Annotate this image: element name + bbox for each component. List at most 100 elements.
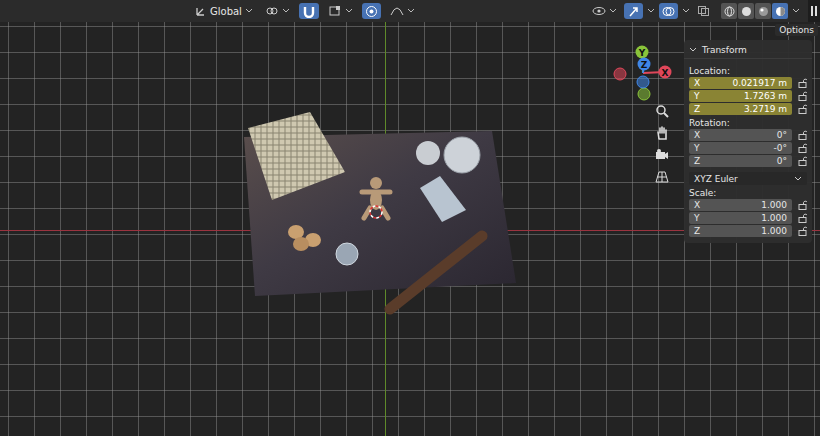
pivot-icon <box>265 5 279 17</box>
eggs[interactable] <box>288 225 321 251</box>
svg-text:Z: Z <box>641 60 648 70</box>
field-group: X0.021917 m Y1.7263 m Z3.2719 m <box>689 77 807 115</box>
sphere-icon <box>724 6 735 17</box>
towel[interactable] <box>248 112 345 200</box>
field-row: X0° <box>689 129 807 141</box>
falloff-curve-icon <box>390 5 404 17</box>
number-field[interactable]: Z0° <box>689 155 792 167</box>
zoom-magnifier-icon[interactable] <box>655 104 669 118</box>
axis-handle[interactable]: Z <box>638 58 651 71</box>
unlocked-padlock-icon[interactable] <box>798 213 807 223</box>
section-label: Location: <box>689 64 807 77</box>
chevron-icon <box>282 8 290 14</box>
transform-panel: Transform Location: X0.021917 m Y1.7263 … <box>684 40 812 243</box>
overlays-toggle[interactable] <box>659 3 678 19</box>
chevron-icon[interactable] <box>682 8 690 14</box>
shading-mode-button[interactable] <box>738 3 754 19</box>
field-row: X0.021917 m <box>689 77 807 89</box>
number-field[interactable]: Y1.000 <box>689 212 792 224</box>
unlocked-padlock-icon[interactable] <box>798 130 807 140</box>
axis-handle[interactable]: X <box>659 66 672 79</box>
field-row: Y1.7263 m <box>689 90 807 102</box>
chevron-icon <box>609 8 617 14</box>
pan-hand-icon[interactable] <box>655 126 669 140</box>
panel-header[interactable]: Transform <box>684 42 812 59</box>
viewport[interactable]: X YZ Options Transform Location: X0.02191… <box>0 22 820 436</box>
field-row: Z1.000 <box>689 225 807 237</box>
orientation-icon <box>195 5 207 17</box>
snap-toggle[interactable] <box>299 3 319 19</box>
sphere-icon <box>758 6 769 17</box>
shading-modes <box>721 3 788 19</box>
number-field[interactable]: Z3.2719 m <box>689 103 792 115</box>
camera-icon[interactable] <box>655 148 669 162</box>
visibility-dropdown[interactable] <box>589 3 620 19</box>
axis-handle[interactable]: Y <box>636 46 649 59</box>
negative-axis-handle[interactable] <box>637 76 649 88</box>
shading-mode-button[interactable] <box>755 3 771 19</box>
field-row: Y1.000 <box>689 212 807 224</box>
svg-text:X: X <box>662 68 669 78</box>
svg-text:Y: Y <box>638 48 646 58</box>
small-plate[interactable] <box>416 141 440 165</box>
number-field[interactable]: X0° <box>689 129 792 141</box>
bowl[interactable] <box>336 243 358 265</box>
number-field[interactable]: Y1.7263 m <box>689 90 792 102</box>
orientation-dropdown[interactable]: Global <box>192 3 256 19</box>
unlocked-padlock-icon[interactable] <box>798 200 807 210</box>
gingerbread-man[interactable] <box>362 177 390 218</box>
viewport-header: Global <box>0 0 820 22</box>
shading-mode-button[interactable] <box>721 3 737 19</box>
options-button[interactable]: Options <box>775 24 818 36</box>
pause-icon <box>811 6 817 16</box>
proportional-editing-icon <box>365 5 378 18</box>
sphere-icon <box>741 6 752 17</box>
navigation-controls <box>655 104 669 184</box>
display-tools <box>589 0 820 22</box>
navigation-gizmo[interactable]: X YZ <box>610 42 680 112</box>
field-row: Z3.2719 m <box>689 103 807 115</box>
unlocked-padlock-icon[interactable] <box>798 226 807 236</box>
chevron-icon <box>794 176 802 182</box>
field-group: X1.000 Y1.000 Z1.000 <box>689 199 807 237</box>
perspective-grid-icon[interactable] <box>655 170 669 184</box>
field-row: X1.000 <box>689 199 807 211</box>
number-field[interactable]: Z1.000 <box>689 225 792 237</box>
falloff-dropdown[interactable] <box>387 3 418 19</box>
expanded-chevron-icon <box>689 47 697 53</box>
pivot-button[interactable] <box>262 3 293 19</box>
snap-target-dropdown[interactable] <box>325 3 356 19</box>
section-label: Rotation: <box>689 116 807 129</box>
unlocked-padlock-icon[interactable] <box>798 156 807 166</box>
number-field[interactable]: X0.021917 m <box>689 77 792 89</box>
chevron-icon[interactable] <box>792 8 800 14</box>
blender-3d-viewport: Global X YZ Options Transform Location: X… <box>0 0 820 436</box>
overlays-icon <box>662 5 675 18</box>
unlocked-padlock-icon[interactable] <box>798 78 807 88</box>
unlocked-padlock-icon[interactable] <box>798 91 807 101</box>
gizmo-icon <box>627 5 640 18</box>
shading-mode-button[interactable] <box>772 3 788 19</box>
3d-cursor-icon[interactable] <box>370 206 382 218</box>
field-group: X0° Y-0° Z0° <box>689 129 807 167</box>
number-field[interactable]: Y-0° <box>689 142 792 154</box>
proportional-editing-toggle[interactable] <box>362 3 381 19</box>
negative-axis-handle[interactable] <box>638 88 650 100</box>
eye-icon <box>592 5 606 17</box>
rolling-pin[interactable] <box>390 236 482 309</box>
unlocked-padlock-icon[interactable] <box>798 143 807 153</box>
sphere-icon <box>775 6 786 17</box>
field-row: Y-0° <box>689 142 807 154</box>
negative-axis-handle[interactable] <box>614 68 626 80</box>
gizmo-toggle[interactable] <box>624 3 643 19</box>
section-label: Scale: <box>689 186 807 199</box>
chevron-icon <box>345 8 353 14</box>
rotation-mode-dropdown[interactable]: XYZ Euler <box>689 172 807 185</box>
xray-toggle[interactable] <box>694 3 713 19</box>
napkin[interactable] <box>420 176 466 222</box>
chevron-icon[interactable] <box>647 8 655 14</box>
unlocked-padlock-icon[interactable] <box>798 104 807 114</box>
plate[interactable] <box>444 137 480 173</box>
number-field[interactable]: X1.000 <box>689 199 792 211</box>
sidebar-edge[interactable] <box>808 0 820 22</box>
